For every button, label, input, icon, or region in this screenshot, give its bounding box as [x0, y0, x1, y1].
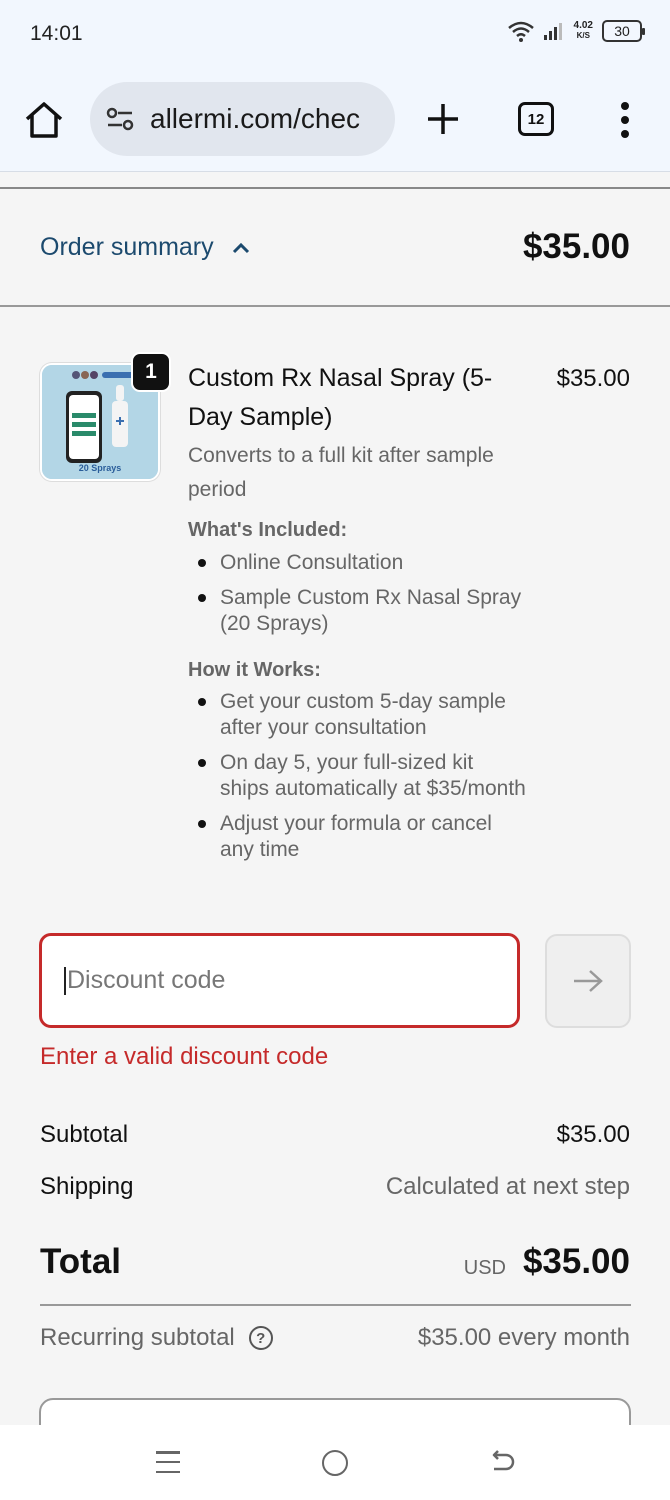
- list-item: Adjust your formula or cancel any time: [188, 811, 528, 863]
- tabs-icon[interactable]: 12: [518, 102, 554, 136]
- checkout-content: Order summary $35.00 20 Sprays 1 Custom …: [0, 173, 670, 1425]
- how-it-works-heading: How it Works:: [188, 659, 321, 681]
- wifi-icon: [507, 21, 534, 42]
- back-icon[interactable]: [488, 1449, 516, 1477]
- plus-icon[interactable]: [424, 100, 462, 138]
- list-item: On day 5, your full-sized kit ships auto…: [188, 750, 528, 802]
- order-summary-toggle[interactable]: Order summary $35.00: [0, 189, 670, 307]
- shipping-value: Calculated at next step: [385, 1173, 630, 1200]
- recurring-subtotal-label: Recurring subtotal: [40, 1324, 235, 1351]
- url-text[interactable]: allermi.com/chec: [150, 103, 360, 135]
- included-heading: What's Included:: [188, 519, 348, 541]
- recurring-subtotal-value: $35.00 every month: [417, 1324, 630, 1351]
- shipping-label: Shipping: [40, 1173, 134, 1200]
- menu-icon[interactable]: [156, 1451, 180, 1473]
- home-icon[interactable]: [22, 98, 66, 142]
- discount-code-input[interactable]: Discount code: [39, 933, 520, 1028]
- list-item: Online Consultation: [188, 550, 528, 576]
- total-label: Total: [40, 1242, 122, 1281]
- total-value: $35.00: [522, 1242, 630, 1281]
- list-item: Sample Custom Rx Nasal Spray (20 Sprays): [188, 585, 528, 637]
- order-summary-total: $35.00: [522, 227, 630, 266]
- chevron-up-icon[interactable]: [232, 242, 250, 254]
- subtotal-label: Subtotal: [40, 1121, 129, 1148]
- status-time: 14:01: [30, 22, 83, 45]
- product-description: Converts to a full kit after sample peri…: [188, 444, 494, 501]
- included-list: Online Consultation Sample Custom Rx Nas…: [188, 550, 528, 646]
- list-item: Get your custom 5-day sample after your …: [188, 689, 528, 741]
- speed-value: 4.02: [573, 20, 593, 31]
- order-summary-link[interactable]: Order summary: [40, 233, 250, 262]
- product-price: $35.00: [556, 365, 630, 392]
- arrow-right-icon[interactable]: [571, 968, 605, 994]
- product-image-caption: 20 Sprays: [78, 463, 122, 473]
- how-it-works-list: Get your custom 5-day sample after your …: [188, 689, 528, 872]
- tab-count: 12: [527, 110, 545, 128]
- quantity-badge: 1: [131, 352, 171, 392]
- product-name: Custom Rx Nasal Spray (5-Day Sample): [188, 364, 493, 431]
- text-caret: [64, 966, 66, 995]
- status-icons: 4.02 K/S 30: [507, 20, 645, 42]
- status-bar: 14:01 4.02 K/S 30: [0, 0, 670, 68]
- recurring-subtotal: Recurring subtotal ?: [40, 1324, 273, 1352]
- discount-error: Enter a valid discount code: [40, 1043, 329, 1070]
- battery-level: 30: [614, 23, 630, 39]
- system-nav-bar: [0, 1425, 670, 1500]
- order-summary-label[interactable]: Order summary: [40, 233, 214, 262]
- next-section-card: [39, 1398, 631, 1425]
- divider: [40, 1304, 631, 1306]
- speed-unit: K/S: [576, 31, 590, 40]
- signal-icon: [543, 23, 562, 40]
- tune-icon[interactable]: [104, 103, 136, 135]
- subtotal-value: $35.00: [556, 1121, 630, 1148]
- battery-icon: 30: [602, 20, 645, 42]
- more-vert-icon[interactable]: [615, 100, 635, 140]
- network-speed: 4.02 K/S: [574, 21, 593, 41]
- home-circle-icon[interactable]: [322, 1450, 348, 1476]
- total-currency: USD: [463, 1257, 506, 1279]
- discount-placeholder[interactable]: Discount code: [67, 966, 225, 995]
- apply-discount-button[interactable]: [545, 934, 631, 1028]
- help-icon[interactable]: ?: [248, 1326, 273, 1350]
- address-bar[interactable]: allermi.com/chec: [90, 82, 395, 156]
- browser-toolbar: allermi.com/chec 12: [0, 68, 670, 172]
